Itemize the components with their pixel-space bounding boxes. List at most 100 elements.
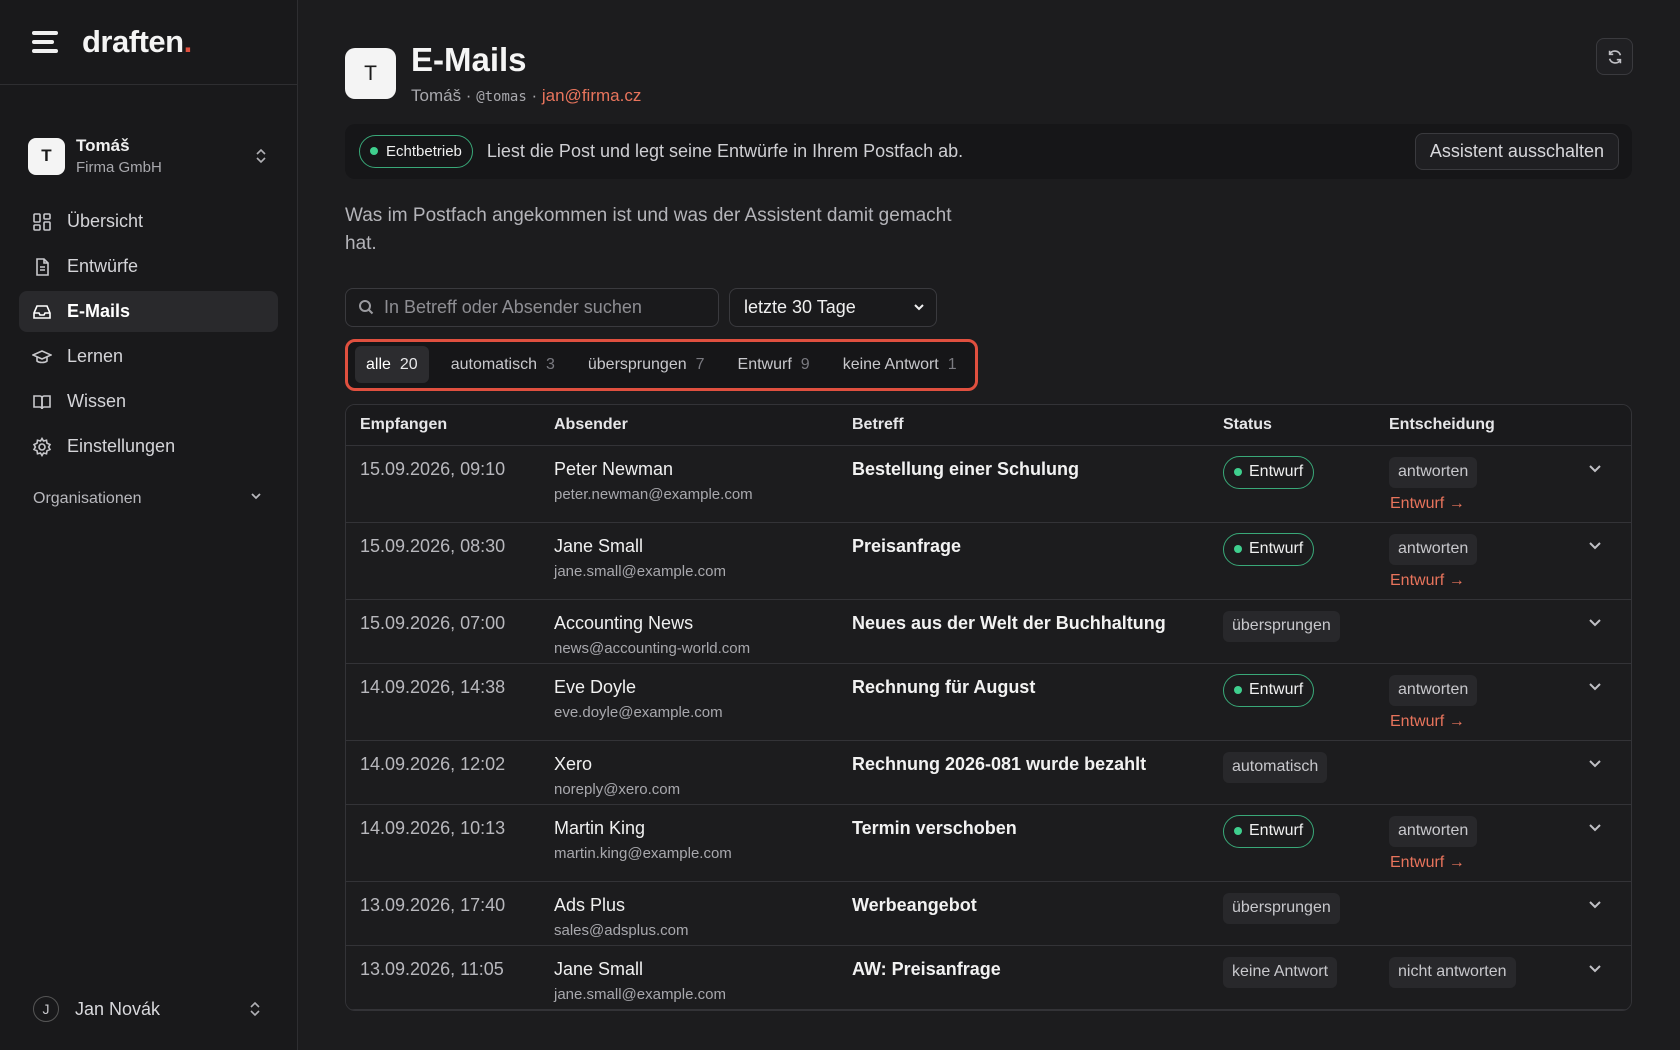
sidebar-item-label: Wissen bbox=[67, 391, 127, 411]
chevron-down-icon bbox=[1589, 464, 1601, 473]
tab-all[interactable]: alle 20 bbox=[355, 346, 429, 384]
status-cell: Entwurf bbox=[1223, 446, 1389, 522]
sender-name: Jane Small bbox=[554, 958, 644, 979]
table-row[interactable]: 15.09.2026, 08:30 Jane Small jane.small@ex… bbox=[346, 522, 1631, 600]
table-body: 15.09.2026, 09:10 Peter Newman peter.newma… bbox=[346, 445, 1631, 1010]
search-icon bbox=[359, 300, 374, 315]
brand-bar: draften. bbox=[0, 0, 297, 85]
status-cell: Entwurf bbox=[1223, 664, 1389, 740]
decision-cell bbox=[1389, 741, 1587, 804]
chevron-down-icon bbox=[1589, 900, 1601, 909]
inbox-icon bbox=[32, 302, 52, 322]
expand-row-button[interactable] bbox=[1587, 882, 1631, 945]
sender-cell: Ads Plus sales@adsplus.com bbox=[554, 882, 852, 945]
status-badge: Entwurf bbox=[1223, 673, 1315, 707]
org-user-name: Tomáš bbox=[76, 136, 130, 155]
expand-row-button[interactable] bbox=[1587, 741, 1631, 804]
subject: Termin verschoben bbox=[852, 817, 1017, 838]
status-badge: keine Antwort bbox=[1223, 956, 1338, 988]
org-company-name: Firma GmbH bbox=[76, 159, 162, 176]
tab-no-reply[interactable]: keine Antwort 1 bbox=[832, 346, 968, 383]
status-cell: Entwurf bbox=[1223, 805, 1389, 881]
table-row[interactable]: 14.09.2026, 14:38 Eve Doyle eve.doyle@exam… bbox=[346, 663, 1631, 741]
subject: Neues aus der Welt der Buchhaltung bbox=[852, 612, 1166, 633]
table-row[interactable]: 13.09.2026, 11:05 Jane Small jane.small@ex… bbox=[346, 945, 1631, 1010]
sidebar-item-learning[interactable]: Lernen bbox=[19, 336, 278, 377]
decision-badge: antworten bbox=[1389, 815, 1478, 847]
sender-cell: Peter Newman peter.newman@example.com bbox=[554, 446, 852, 522]
open-draft-link[interactable]: Entwurf → bbox=[1389, 713, 1587, 731]
table-row[interactable]: 14.09.2026, 10:13 Martin King martin.king@… bbox=[346, 804, 1631, 882]
status-cell: Entwurf bbox=[1223, 523, 1389, 599]
chevron-down-icon bbox=[1589, 964, 1601, 973]
sender-cell: Eve Doyle eve.doyle@example.com bbox=[554, 664, 852, 740]
expand-row-button[interactable] bbox=[1587, 805, 1631, 881]
chevron-down-icon bbox=[914, 304, 924, 311]
open-draft-link[interactable]: Entwurf → bbox=[1389, 572, 1587, 590]
open-draft-link[interactable]: Entwurf → bbox=[1389, 854, 1587, 872]
disable-assistant-button[interactable]: Assistent ausschalten bbox=[1414, 132, 1619, 170]
search-input[interactable] bbox=[384, 296, 704, 318]
expand-row-button[interactable] bbox=[1587, 523, 1631, 599]
tab-count: 7 bbox=[695, 355, 705, 373]
date-range-select[interactable]: letzte 30 Tage bbox=[729, 287, 937, 327]
sender-email: martin.king@example.com bbox=[554, 844, 732, 862]
decision-badge: nicht antworten bbox=[1389, 956, 1516, 988]
table-row[interactable]: 15.09.2026, 09:10 Peter Newman peter.newma… bbox=[346, 445, 1631, 523]
sender-email: eve.doyle@example.com bbox=[554, 703, 723, 721]
column-header-status[interactable]: Status bbox=[1223, 416, 1389, 434]
tab-skipped[interactable]: übersprungen 7 bbox=[577, 346, 716, 383]
organizations-label: Organisationen bbox=[33, 489, 142, 507]
sender-email: noreply@xero.com bbox=[554, 780, 681, 798]
menu-icon[interactable] bbox=[32, 31, 60, 53]
sidebar-item-drafts[interactable]: Entwürfe bbox=[19, 246, 278, 287]
sender-email: peter.newman@example.com bbox=[554, 485, 753, 503]
table-row[interactable]: 14.09.2026, 12:02 Xero noreply@xero.com Rec… bbox=[346, 740, 1631, 805]
sender-name: Accounting News bbox=[554, 612, 694, 633]
organizations-section-toggle[interactable]: Organisationen bbox=[0, 471, 297, 508]
tab-count: 9 bbox=[800, 355, 810, 373]
user-menu[interactable]: J Jan Novák bbox=[33, 996, 263, 1022]
sidebar-item-settings[interactable]: Einstellungen bbox=[19, 426, 278, 467]
status-filter-tabs: alle 20 automatisch 3 übersprungen 7 Entwur… bbox=[345, 338, 978, 391]
tab-draft[interactable]: Entwurf 9 bbox=[727, 346, 821, 383]
decision-cell bbox=[1389, 600, 1587, 663]
refresh-button[interactable] bbox=[1596, 38, 1633, 75]
page-title: E-Mails bbox=[411, 41, 527, 78]
received-date: 14.09.2026, 10:13 bbox=[360, 817, 506, 838]
sidebar-item-emails[interactable]: E-Mails bbox=[19, 291, 278, 332]
expand-row-button[interactable] bbox=[1587, 446, 1631, 522]
sidebar-item-knowledge[interactable]: Wissen bbox=[19, 381, 278, 422]
sender-name: Eve Doyle bbox=[554, 676, 637, 697]
column-header-sender[interactable]: Absender bbox=[554, 416, 852, 434]
assistant-email-link[interactable]: jan@firma.cz bbox=[542, 86, 641, 105]
open-draft-link[interactable]: Entwurf → bbox=[1389, 495, 1587, 513]
subject: Rechnung 2026-081 wurde bezahlt bbox=[852, 753, 1147, 774]
table-row[interactable]: 13.09.2026, 17:40 Ads Plus sales@adsplus.c… bbox=[346, 881, 1631, 946]
expand-row-button[interactable] bbox=[1587, 664, 1631, 740]
sender-name: Jane Small bbox=[554, 535, 644, 556]
chevron-down-icon bbox=[249, 489, 263, 508]
sidebar-item-overview[interactable]: Übersicht bbox=[19, 201, 278, 242]
search-box[interactable] bbox=[345, 287, 719, 327]
column-header-received[interactable]: Empfangen bbox=[346, 416, 554, 434]
expand-row-button[interactable] bbox=[1587, 946, 1631, 1009]
sender-cell: Jane Small jane.small@example.com bbox=[554, 523, 852, 599]
organization-switcher[interactable]: T Tomáš Firma GmbH bbox=[0, 85, 297, 195]
column-header-decision[interactable]: Entscheidung bbox=[1389, 416, 1587, 434]
sender-name: Peter Newman bbox=[554, 458, 674, 479]
refresh-icon bbox=[1608, 49, 1621, 64]
expand-row-button[interactable] bbox=[1587, 600, 1631, 663]
emails-table: Empfangen Absender Betreff Status Entsch… bbox=[345, 403, 1632, 1011]
received-date: 14.09.2026, 12:02 bbox=[360, 753, 506, 774]
status-cell: keine Antwort bbox=[1223, 946, 1389, 1009]
logo[interactable]: draften. bbox=[82, 24, 192, 60]
sidebar-item-label: Lernen bbox=[67, 346, 124, 366]
chevron-down-icon bbox=[1589, 759, 1601, 768]
table-row[interactable]: 15.09.2026, 07:00 Accounting News news@acc… bbox=[346, 599, 1631, 664]
status-badge: übersprungen bbox=[1223, 892, 1340, 924]
mode-badge: Echtbetrieb bbox=[359, 134, 473, 168]
subject: Rechnung für August bbox=[852, 676, 1036, 697]
tab-automatic[interactable]: automatisch 3 bbox=[440, 346, 566, 383]
column-header-subject[interactable]: Betreff bbox=[852, 416, 1223, 434]
